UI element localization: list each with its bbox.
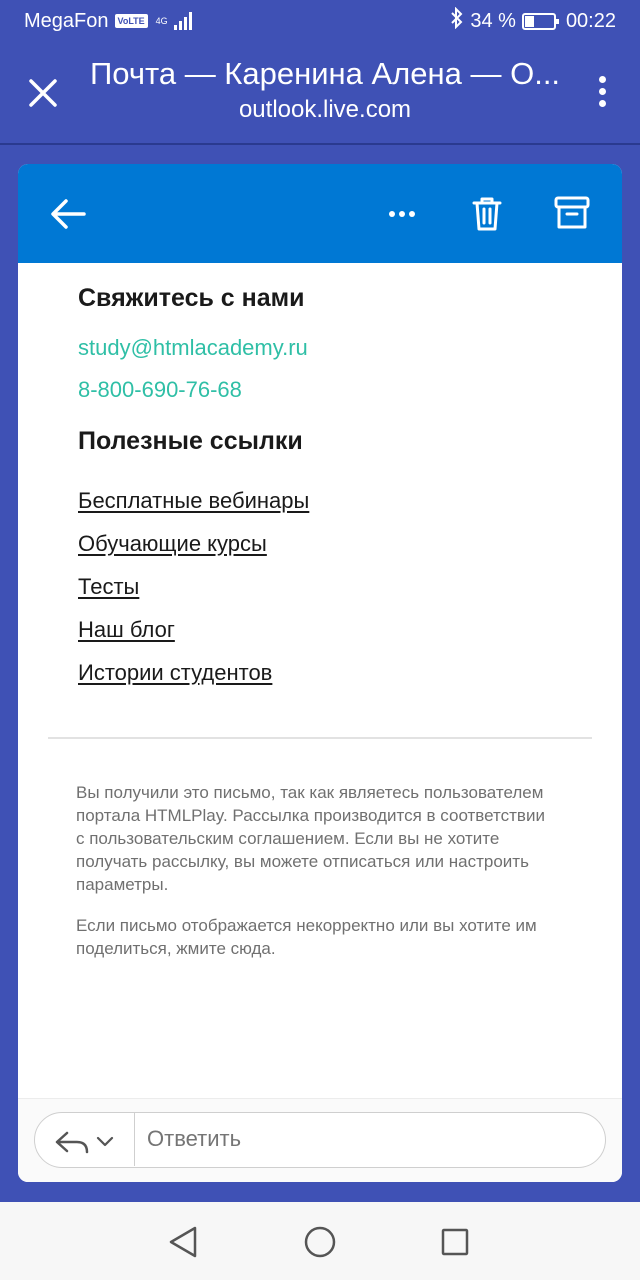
link-stories[interactable]: Истории студентов: [78, 660, 598, 686]
link-tests[interactable]: Тесты: [78, 574, 598, 600]
more-vertical-icon: [596, 76, 608, 107]
more-actions-button[interactable]: [384, 200, 420, 228]
volte-icon: VoLTE: [114, 14, 148, 28]
close-icon: [29, 79, 57, 107]
link-webinars[interactable]: Бесплатные вебинары: [78, 488, 598, 514]
signal-icon: [173, 12, 192, 30]
content-divider: [48, 737, 592, 739]
mail-card: Свяжитесь с нами study@htmlacademy.ru 8-…: [18, 164, 622, 1182]
network-type: 4G: [155, 15, 168, 26]
link-blog[interactable]: Наш блог: [78, 617, 598, 643]
navigation-bar: [0, 1202, 640, 1280]
reply-box: [34, 1112, 606, 1168]
back-button[interactable]: [48, 194, 88, 234]
links-heading: Полезные ссылки: [78, 427, 303, 455]
archive-icon: [554, 196, 590, 229]
nav-home-button[interactable]: [302, 1224, 338, 1260]
battery-fill: [524, 15, 535, 27]
reply-icon: [55, 1131, 114, 1154]
status-right: 34 % 00:22: [450, 6, 616, 35]
delete-button[interactable]: [470, 196, 504, 232]
mail-toolbar: [18, 164, 622, 263]
footer-share-notice[interactable]: Если письмо отображается некорректно или…: [76, 914, 556, 960]
header-divider: [0, 143, 640, 145]
trash-icon: [472, 197, 502, 231]
browser-menu-button[interactable]: [596, 76, 608, 110]
nav-recents-button[interactable]: [439, 1226, 471, 1258]
close-tab-button[interactable]: [24, 74, 62, 112]
battery-percent: 34 %: [470, 9, 516, 32]
title-block: Почта — Каренина Алена — O... outlook.li…: [90, 56, 560, 124]
carrier-name: MegaFon: [24, 9, 109, 32]
email-link[interactable]: study@htmlacademy.ru: [78, 335, 598, 361]
square-recents-icon: [441, 1228, 469, 1256]
link-courses[interactable]: Обучающие курсы: [78, 531, 598, 557]
reply-options-button[interactable]: [35, 1113, 135, 1166]
nav-back-button[interactable]: [166, 1224, 200, 1260]
bluetooth-icon: [450, 6, 464, 35]
browser-header: Почта — Каренина Алена — O... outlook.li…: [0, 42, 640, 142]
more-horizontal-icon: [389, 211, 415, 217]
battery-icon: [521, 12, 559, 30]
phone-link[interactable]: 8-800-690-76-68: [78, 377, 598, 403]
arrow-left-icon: [51, 199, 86, 229]
circle-home-icon: [304, 1226, 336, 1258]
clock: 00:22: [565, 9, 616, 32]
footer-notice: Вы получили это письмо, так как являетес…: [76, 783, 545, 894]
status-bar: MegaFon VoLTE 4G 34 % 00:22: [0, 0, 640, 42]
mail-body: Свяжитесь с нами study@htmlacademy.ru 8-…: [78, 284, 598, 686]
contact-heading: Свяжитесь с нами: [78, 284, 305, 312]
page-title: Почта — Каренина Алена — O...: [90, 56, 560, 91]
status-left: MegaFon VoLTE 4G: [24, 10, 192, 33]
triangle-back-icon: [169, 1226, 197, 1258]
reply-input[interactable]: [147, 1126, 567, 1152]
page-url: outlook.live.com: [238, 96, 412, 123]
archive-button[interactable]: [553, 194, 591, 232]
